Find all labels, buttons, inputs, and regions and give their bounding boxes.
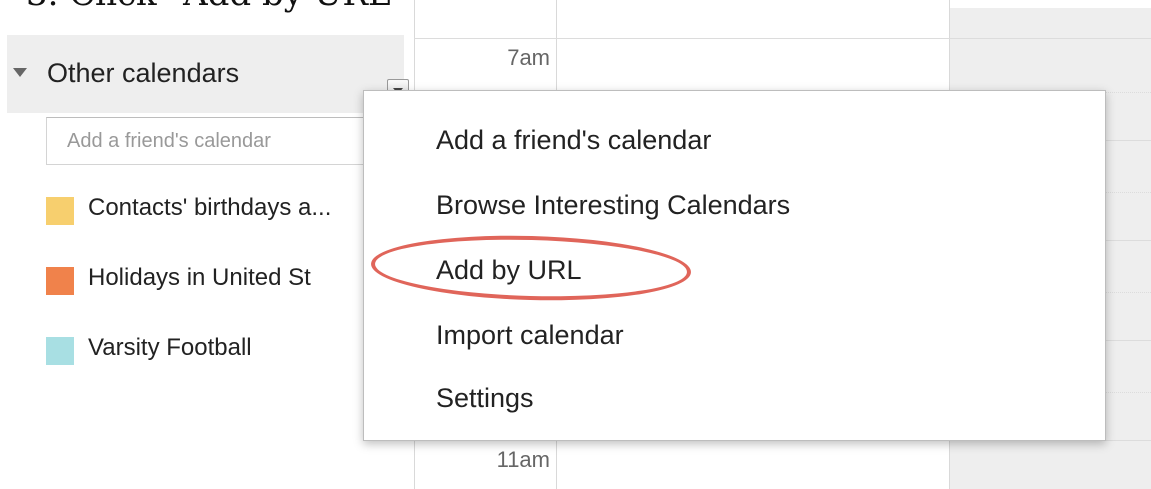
- calendar-item-birthdays[interactable]: Contacts' birthdays a...: [46, 193, 366, 225]
- hour-label-11am: 11am: [496, 447, 550, 472]
- menu-item-add-friend[interactable]: Add a friend's calendar: [364, 111, 1105, 169]
- calendar-label: Holidays in United St: [88, 264, 311, 291]
- other-calendars-menu: Add a friend's calendar Browse Interesti…: [363, 90, 1106, 441]
- hour-label-7am: 7am: [507, 45, 550, 70]
- section-title: Other calendars: [47, 58, 240, 88]
- add-friend-calendar-input[interactable]: [46, 117, 386, 165]
- grid-top-band: [414, 0, 1151, 8]
- menu-item-browse-calendars[interactable]: Browse Interesting Calendars: [364, 176, 1105, 234]
- step-caption: 3. Click "Add by URL": [26, 0, 406, 14]
- menu-item-add-by-url[interactable]: Add by URL: [364, 241, 1105, 299]
- calendar-label: Varsity Football: [88, 334, 252, 361]
- menu-item-settings[interactable]: Settings: [364, 369, 1105, 427]
- calendar-color-swatch: [46, 337, 74, 365]
- calendar-label: Contacts' birthdays a...: [88, 194, 332, 221]
- calendar-item-varsity-football[interactable]: Varsity Football: [46, 333, 366, 365]
- menu-item-import-calendar[interactable]: Import calendar: [364, 306, 1105, 364]
- calendar-color-swatch: [46, 267, 74, 295]
- calendar-color-swatch: [46, 197, 74, 225]
- caret-down-icon[interactable]: [13, 68, 27, 77]
- other-calendars-header[interactable]: Other calendars: [7, 35, 409, 113]
- hour-line: [414, 38, 1151, 39]
- calendar-item-holidays[interactable]: Holidays in United St: [46, 263, 366, 295]
